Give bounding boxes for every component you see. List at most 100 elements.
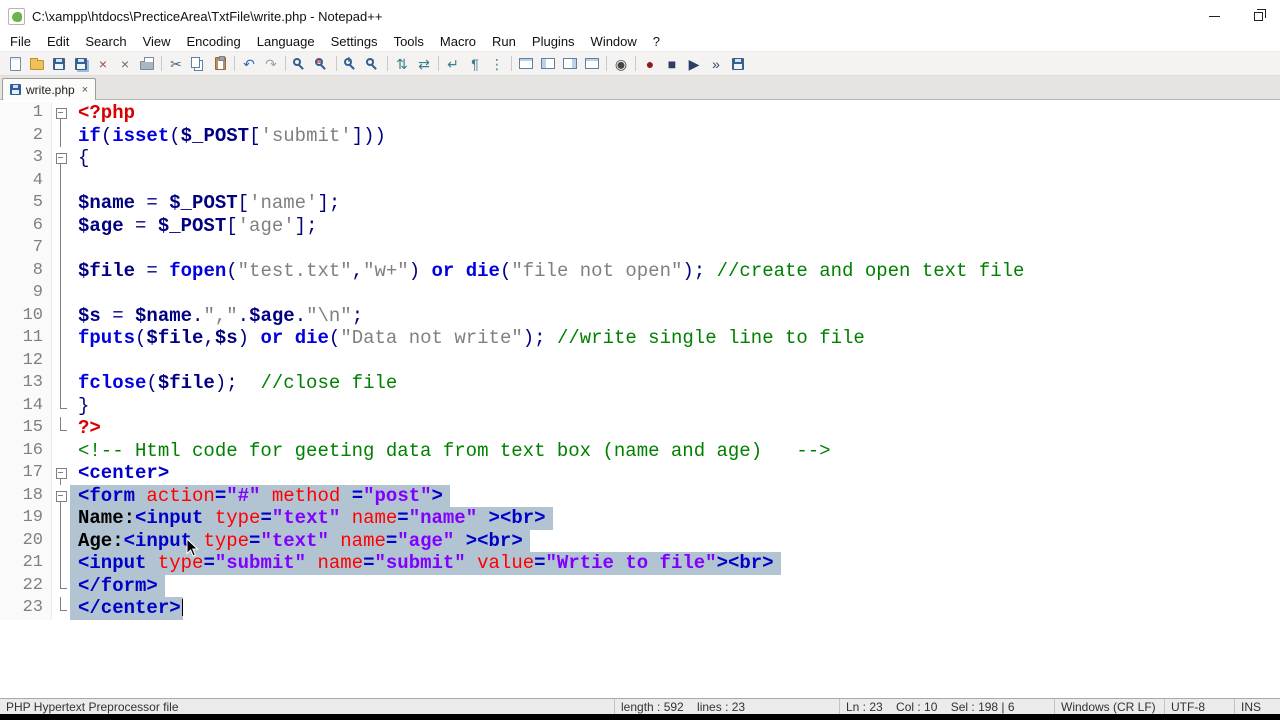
code-line-14[interactable]: 14} [0,394,1280,417]
fold-collapse-icon[interactable] [52,102,70,125]
close-all-icon[interactable]: × [114,54,136,74]
close-file-icon: × [98,55,108,72]
sync-scroll-horizontal-icon[interactable]: ⇄ [413,54,435,74]
status-insert-mode[interactable]: INS [1234,699,1280,714]
fold-collapse-icon[interactable] [52,462,70,485]
menu-item-edit[interactable]: Edit [39,33,77,50]
redo-icon[interactable]: ↷ [260,54,282,74]
fold-margin [52,304,70,328]
monitoring-icon[interactable]: ◉ [610,54,632,74]
mouse-cursor [186,538,199,557]
code-line-3[interactable]: 3{ [0,147,1280,170]
menu-item-view[interactable]: View [135,33,179,50]
sync-scroll-vertical-icon[interactable]: ⇅ [391,54,413,74]
code-line-8[interactable]: 8 $file = fopen("test.txt","w+") or die("… [0,259,1280,282]
minimize-icon [1208,15,1220,17]
line-number: 17 [0,462,52,485]
cut-icon[interactable]: ✂ [165,54,187,74]
print-icon [140,57,154,70]
minimize-button[interactable] [1192,0,1236,32]
menu-item-tools[interactable]: Tools [386,33,432,50]
play-macro-icon[interactable]: ▶ [683,54,705,74]
menu-item-plugins[interactable]: Plugins [524,33,583,50]
code-line-22[interactable]: 22 </form> [0,574,1280,597]
new-file-icon[interactable] [4,54,26,74]
record-macro-icon[interactable]: ● [639,54,661,74]
fold-margin [52,597,70,620]
line-number: 23 [0,597,52,620]
code-text: ?> [78,417,101,439]
toolbar-separator [285,56,286,71]
menu-item-window[interactable]: Window [583,33,645,50]
tab-write-php[interactable]: write.php × [2,78,97,100]
fold-margin [52,529,70,553]
code-line-13[interactable]: 13 fclose($file); //close file [0,372,1280,395]
status-eol-format[interactable]: Windows (CR LF) [1054,699,1164,714]
line-number: 7 [0,237,52,260]
close-file-icon[interactable]: × [92,54,114,74]
stop-macro-icon[interactable]: ■ [661,54,683,74]
sync-scroll-horizontal-icon: ⇄ [418,55,430,72]
line-number: 22 [0,574,52,597]
save-icon[interactable] [48,54,70,74]
code-line-23[interactable]: 23 </center> [0,597,1280,620]
status-encoding[interactable]: UTF-8 [1164,699,1234,714]
code-line-15[interactable]: 15 ?> [0,417,1280,440]
undo-icon[interactable]: ↶ [238,54,260,74]
line-number: 19 [0,507,52,530]
code-line-18[interactable]: 18 <form action="#" method ="post"> [0,484,1280,507]
folder-as-workspace-icon[interactable] [537,54,559,74]
restore-button[interactable] [1236,0,1280,32]
zoom-in-icon[interactable] [340,54,362,74]
indent-guide-icon[interactable]: ⋮ [486,54,508,74]
zoom-out-icon[interactable] [362,54,384,74]
menu-item-settings[interactable]: Settings [323,33,386,50]
menu-item-language[interactable]: Language [249,33,323,50]
notepadpp-window: C:\xampp\htdocs\PrecticeArea\TxtFile\wri… [0,0,1280,714]
code-line-19[interactable]: 19 Name:<input type="text" name="name" ><… [0,507,1280,530]
code-line-7[interactable]: 7 [0,237,1280,260]
code-line-1[interactable]: 1 <?php [0,102,1280,125]
fold-margin [52,417,70,440]
fold-collapse-icon[interactable] [52,147,70,170]
print-icon[interactable] [136,54,158,74]
paste-icon[interactable] [209,54,231,74]
document-list-icon[interactable] [581,54,603,74]
word-wrap-icon: ↵ [447,55,459,72]
word-wrap-icon[interactable]: ↵ [442,54,464,74]
code-line-5[interactable]: 5 $name = $_POST['name']; [0,192,1280,215]
fold-collapse-icon[interactable] [52,484,70,507]
code-line-6[interactable]: 6 $age = $_POST['age']; [0,214,1280,237]
menu-item-search[interactable]: Search [77,33,134,50]
code-line-2[interactable]: 2 if(isset($_POST['submit'])) [0,124,1280,147]
editor[interactable]: 1 <?php 2 if(isset($_POST['submit'])) 3{4 5 $n… [0,100,1280,698]
code-line-9[interactable]: 9 [0,282,1280,305]
code-line-11[interactable]: 11 fputs($file,$s) or die("Data not write… [0,327,1280,350]
code-text: </form> [70,574,165,597]
document-map-icon[interactable] [559,54,581,74]
fold-margin [52,349,70,373]
code-text: <input type="submit" name="submit" value… [70,552,781,575]
run-macro-multiple-icon[interactable]: » [705,54,727,74]
menu-item-file[interactable]: File [2,33,39,50]
menu-item-help[interactable]: ? [645,33,668,50]
code-line-16[interactable]: 16 <!-- Html code for geeting data from t… [0,439,1280,462]
find-icon[interactable] [289,54,311,74]
show-all-characters-icon[interactable]: ¶ [464,54,486,74]
open-file-icon[interactable] [26,54,48,74]
function-list-icon[interactable] [515,54,537,74]
copy-icon[interactable] [187,54,209,74]
menu-item-run[interactable]: Run [484,33,524,50]
save-macro-icon[interactable] [727,54,749,74]
save-all-icon[interactable] [70,54,92,74]
stop-macro-icon: ■ [667,55,677,72]
tab-close-icon[interactable]: × [82,84,88,96]
menu-item-macro[interactable]: Macro [432,33,484,50]
code-line-17[interactable]: 17 <center> [0,462,1280,485]
menu-item-encoding[interactable]: Encoding [179,33,249,50]
replace-icon[interactable] [311,54,333,74]
run-macro-multiple-icon: » [712,55,720,72]
code-line-12[interactable]: 12 [0,349,1280,373]
code-line-4[interactable]: 4 [0,169,1280,192]
code-line-10[interactable]: 10 $s = $name.",".$age."\n"; [0,304,1280,328]
